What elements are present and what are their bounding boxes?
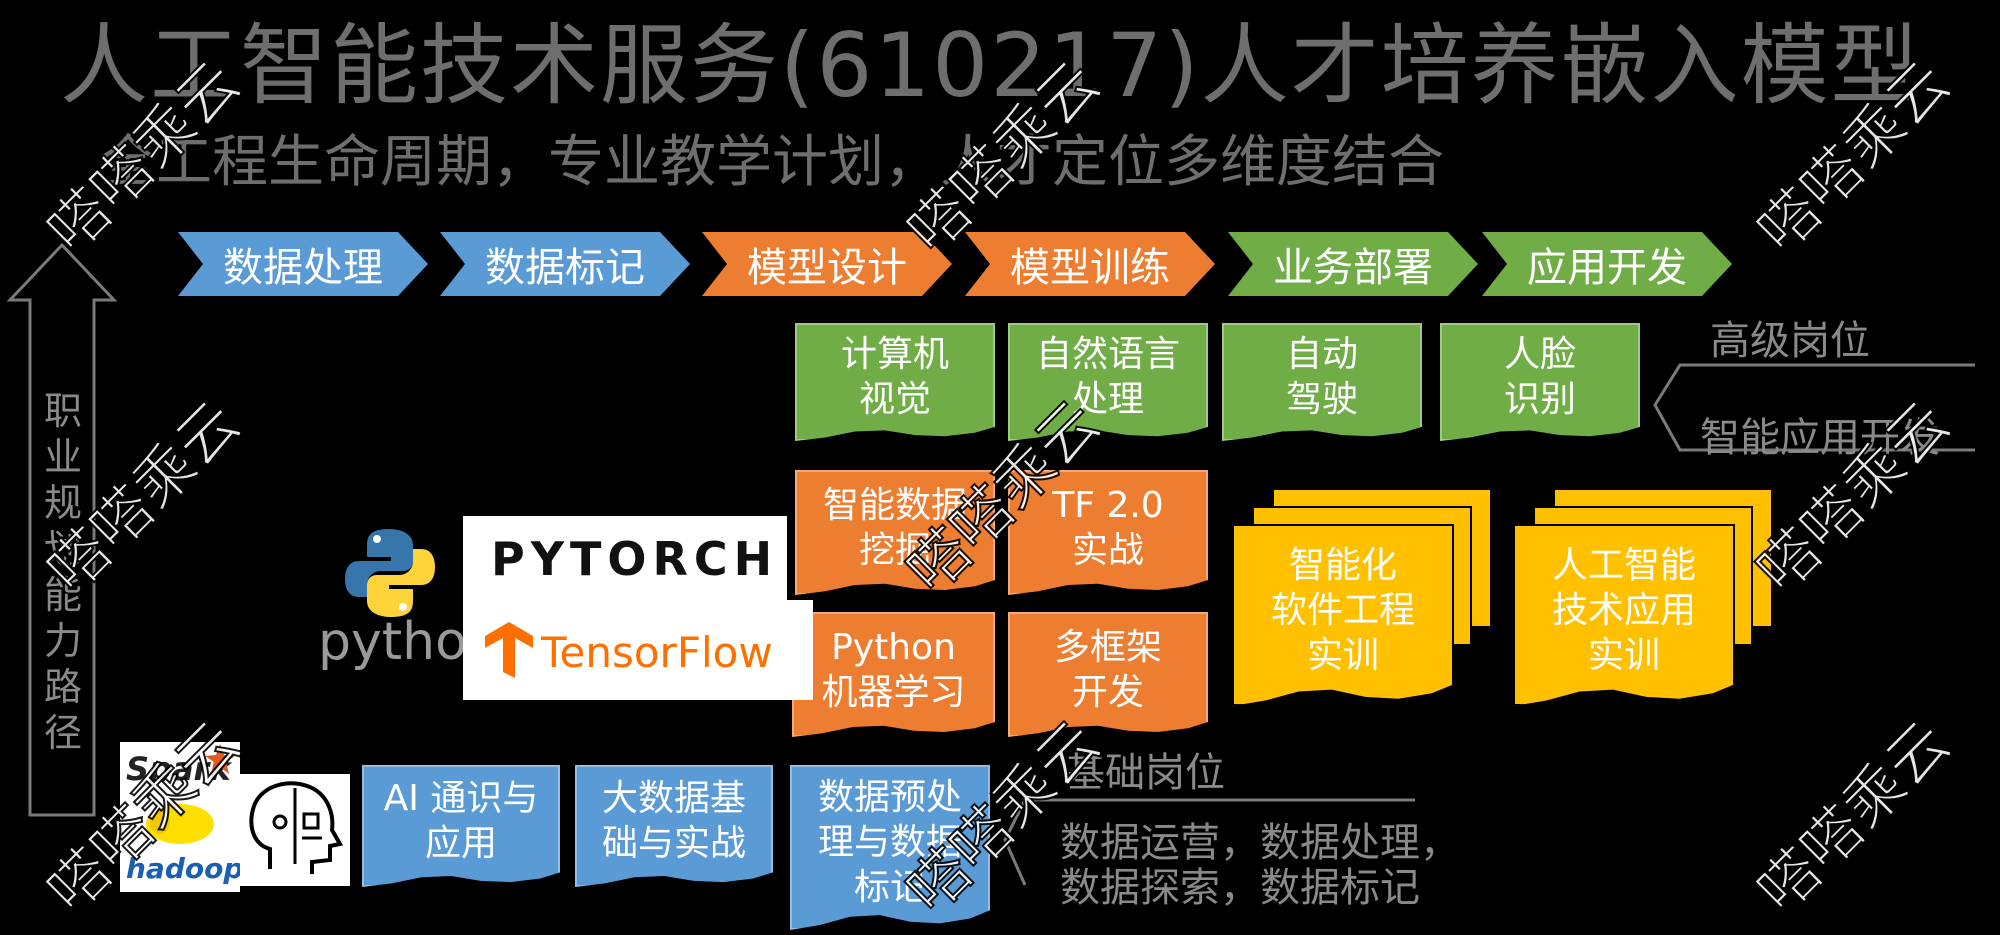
tensorflow-logo: TensorFlow xyxy=(463,600,813,700)
basic-position-detail-line2: 数据探索，数据标记 xyxy=(1060,865,1420,911)
card-label: 智能化 软件工程 实训 xyxy=(1270,544,1415,676)
stage-app-development: 应用开发 xyxy=(1482,232,1732,296)
card-label: TF 2.0 实战 xyxy=(1052,484,1164,571)
python-logo-icon xyxy=(345,529,435,617)
tensorflow-logo-text: TensorFlow xyxy=(541,628,773,677)
card-face-recognition: 人脸 识别 xyxy=(1440,323,1640,441)
tensorflow-icon xyxy=(485,622,533,678)
card-label: 人工智能 技术应用 实训 xyxy=(1551,544,1696,676)
card-big-data: 大数据基 础与实战 xyxy=(575,765,773,887)
card-label: Python 机器学习 xyxy=(821,626,966,713)
card-label: 多框架 开发 xyxy=(1053,626,1162,713)
card-label: AI 通识与 应用 xyxy=(383,778,539,864)
stage-data-labeling: 数据标记 xyxy=(440,232,690,296)
card-autonomous-driving: 自动 驾驶 xyxy=(1222,323,1422,441)
card-label: 人脸 识别 xyxy=(1503,334,1576,420)
ai-robot-logo xyxy=(240,774,350,886)
page-subtitle: 全工程生命周期，专业教学计划，人才定位多维度结合 xyxy=(100,130,1444,195)
stage-model-training: 模型训练 xyxy=(965,232,1215,296)
card-label: 计算机 视觉 xyxy=(840,334,949,420)
card-computer-vision: 计算机 视觉 xyxy=(795,323,995,441)
card-label: 大数据基 础与实战 xyxy=(601,778,746,864)
stage-model-design: 模型设计 xyxy=(702,232,952,296)
watermark: 嗒嗒乘云 xyxy=(1743,707,1964,928)
card-ai-app-practicum: 人工智能 技术应用 实训 xyxy=(1513,524,1735,706)
card-ai-literacy: AI 通识与 应用 xyxy=(362,765,560,887)
card-software-eng-practicum: 智能化 软件工程 实训 xyxy=(1232,524,1454,706)
pytorch-logo-text: PYTORCH xyxy=(491,532,779,586)
advanced-position-title: 高级岗位 xyxy=(1710,318,1870,364)
card-python-ml: Python 机器学习 xyxy=(792,612,995,737)
stage-deployment: 业务部署 xyxy=(1228,232,1478,296)
card-label: 自动 驾驶 xyxy=(1285,334,1358,420)
robot-head-icon xyxy=(249,781,344,874)
stage-data-processing: 数据处理 xyxy=(178,232,428,296)
pytorch-logo: PYTORCH xyxy=(463,516,787,600)
